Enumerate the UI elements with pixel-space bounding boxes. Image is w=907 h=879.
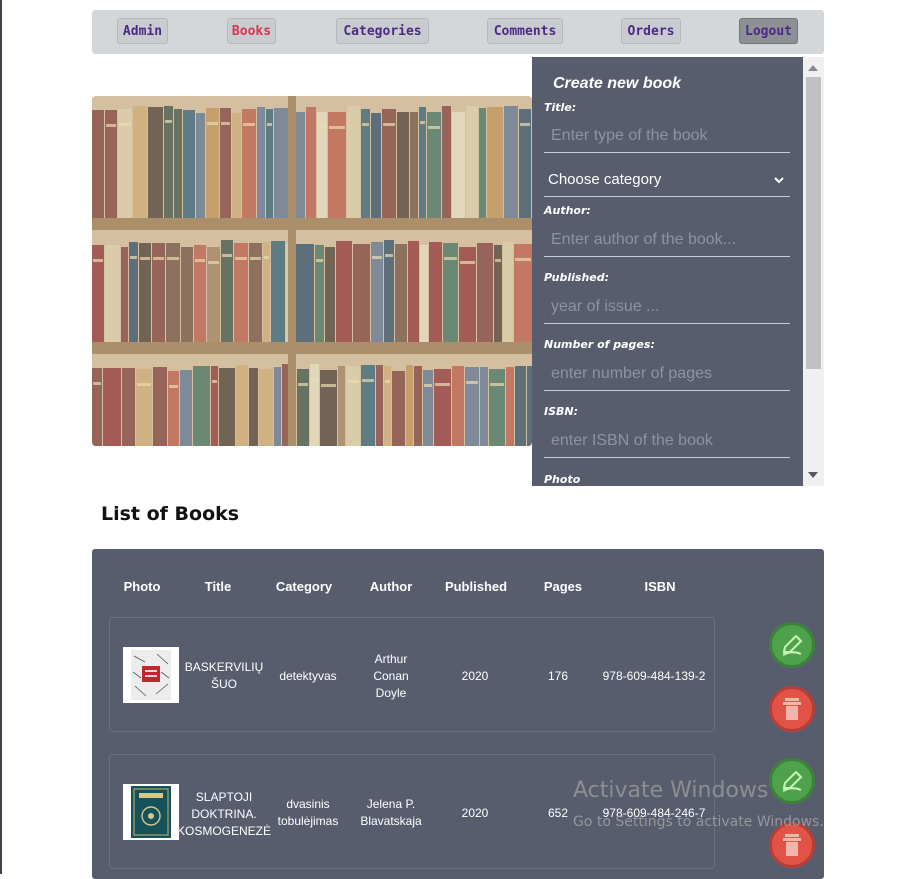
book-cover-slaptoji-doktrina-icon: [131, 786, 171, 838]
scroll-down-arrow-icon[interactable]: [808, 472, 818, 478]
bookshelf-hero-image: [92, 96, 532, 446]
pencil-icon: [782, 770, 803, 792]
category-select[interactable]: Choose category: [544, 163, 790, 197]
pencil-icon: [782, 634, 803, 656]
author-label: Author:: [544, 204, 591, 217]
edit-book-button[interactable]: [769, 758, 815, 804]
title-label: Title:: [544, 101, 577, 114]
book-category: dvasinis tobulėjimas: [277, 797, 339, 828]
book-pages: 176: [547, 668, 569, 683]
activate-windows-watermark-subtitle: Go to Settings to activate Windows.: [573, 814, 824, 830]
published-label: Published:: [544, 271, 610, 284]
column-header-author: Author: [369, 579, 413, 594]
book-category: detektyvas: [279, 668, 337, 683]
create-book-form: Create new book Title: Choose category A…: [532, 57, 824, 486]
nav-logout-button[interactable]: Logout: [739, 18, 798, 44]
trash-icon: [783, 834, 801, 856]
title-input[interactable]: [544, 119, 790, 153]
photo-label: Photo: [544, 473, 581, 486]
nav-admin-button[interactable]: Admin: [117, 18, 168, 44]
pages-label: Number of pages:: [544, 338, 655, 351]
window-left-edge: [0, 0, 2, 874]
nav-comments-button[interactable]: Comments: [487, 18, 563, 44]
column-header-isbn: ISBN: [644, 579, 676, 594]
pages-input[interactable]: [544, 357, 790, 391]
table-row: SLAPTOJI DOKTRINA. KOSMOGENEZĖ dvasinis …: [109, 754, 715, 869]
isbn-input[interactable]: [544, 424, 790, 458]
book-author: Arthur Conan Doyle: [373, 651, 409, 700]
top-nav: Admin Books Categories Comments Orders L…: [92, 10, 824, 54]
form-title: Create new book: [553, 75, 682, 92]
scroll-thumb[interactable]: [806, 77, 821, 369]
book-cover-image: [123, 784, 179, 840]
chevron-down-icon: [774, 176, 784, 183]
book-cover-image: [123, 647, 179, 703]
scroll-up-arrow-icon[interactable]: [808, 65, 818, 71]
column-header-title: Title: [204, 579, 232, 594]
book-title: SLAPTOJI DOKTRINA. KOSMOGENEZĖ: [177, 789, 272, 838]
column-header-pages: Pages: [543, 579, 583, 594]
nav-books-button[interactable]: Books: [227, 18, 276, 44]
bookshelf-illustration: [92, 96, 532, 446]
book-cover-baskerviliu-icon: [131, 650, 171, 700]
published-input[interactable]: [544, 290, 790, 324]
nav-categories-button[interactable]: Categories: [336, 18, 429, 44]
author-input[interactable]: [544, 223, 790, 257]
list-of-books-heading: List of Books: [101, 503, 240, 525]
form-scrollbar[interactable]: [803, 57, 824, 486]
book-published: 2020: [461, 668, 489, 683]
column-header-category: Category: [275, 579, 333, 594]
book-published: 2020: [461, 805, 489, 820]
delete-book-button[interactable]: [769, 686, 815, 732]
activate-windows-watermark-title: Activate Windows: [573, 778, 769, 803]
column-header-published: Published: [444, 579, 508, 594]
column-header-photo: Photo: [123, 579, 161, 594]
nav-orders-button[interactable]: Orders: [621, 18, 681, 44]
book-author: Jelena P. Blavatskaja: [360, 797, 422, 828]
category-select-value: Choose category: [548, 171, 662, 188]
trash-icon: [783, 698, 801, 720]
edit-book-button[interactable]: [769, 622, 815, 668]
isbn-label: ISBN:: [544, 405, 579, 418]
book-title: BASKERVILIŲ ŠUO: [184, 660, 264, 691]
table-row: BASKERVILIŲ ŠUO detektyvas Arthur Conan …: [109, 617, 715, 732]
book-isbn: 978-609-484-139-2: [602, 668, 706, 683]
